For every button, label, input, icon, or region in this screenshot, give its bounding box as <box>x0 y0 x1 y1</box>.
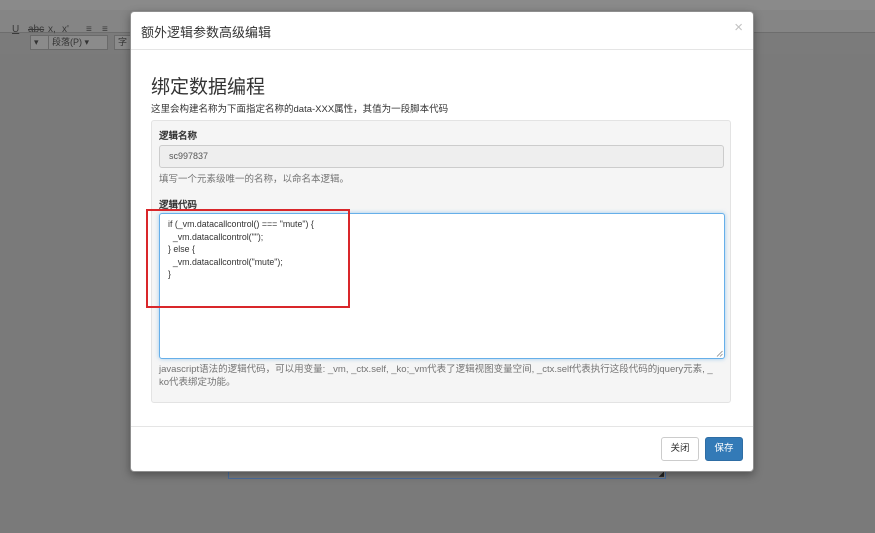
dialog-header: 额外逻辑参数高级编辑 × <box>131 12 753 50</box>
code-line: } else { <box>168 244 195 254</box>
section-heading: 绑定数据编程 <box>151 77 266 98</box>
superscript-tool[interactable]: x' <box>62 24 69 35</box>
logic-code-help-line-2: ko代表绑定功能。 <box>159 377 236 388</box>
code-line: } <box>168 269 171 279</box>
code-line: _vm.datacallcontrol("mute"); <box>168 257 283 267</box>
list-tool[interactable]: ≡ <box>86 24 92 35</box>
strikethrough-tool[interactable]: abc <box>28 24 44 35</box>
form-panel: 逻辑名称 sc997837 填写一个元素级唯一的名称，以命名本逻辑。 逻辑代码 … <box>151 120 731 403</box>
logic-code-textarea[interactable]: if (_vm.datacallcontrol() === "mute") { … <box>159 213 725 359</box>
dialog-footer: 关闭 保存 <box>131 426 753 472</box>
logic-code-help-line-1: javascript语法的逻辑代码，可以用变量: _vm, _ctx.self,… <box>159 364 713 375</box>
logic-name-help: 填写一个元素级唯一的名称，以命名本逻辑。 <box>159 174 350 185</box>
paragraph-select[interactable]: 段落(P) ▾ <box>48 35 108 50</box>
code-line: if (_vm.datacallcontrol() === "mute") { <box>168 219 314 229</box>
code-line: _vm.datacallcontrol(""); <box>168 232 264 242</box>
subscript-tool[interactable]: x, <box>48 24 56 35</box>
close-button[interactable]: 关闭 <box>661 437 699 461</box>
resize-handle-icon[interactable] <box>716 350 723 357</box>
logic-code-label: 逻辑代码 <box>159 200 198 211</box>
underline-tool[interactable]: U <box>12 24 19 35</box>
dialog-title: 额外逻辑参数高级编辑 <box>141 25 272 40</box>
list-tool-2[interactable]: ≡ <box>102 24 108 35</box>
save-button[interactable]: 保存 <box>705 437 743 461</box>
close-icon[interactable]: × <box>734 20 743 35</box>
logic-name-input[interactable]: sc997837 <box>159 145 724 168</box>
advanced-logic-dialog: 额外逻辑参数高级编辑 × 绑定数据编程 这里会构建名称为下面指定名称的data-… <box>130 11 754 472</box>
logic-name-label: 逻辑名称 <box>159 131 198 142</box>
section-description: 这里会构建名称为下面指定名称的data-XXX属性，其值为一段脚本代码 <box>151 104 449 115</box>
